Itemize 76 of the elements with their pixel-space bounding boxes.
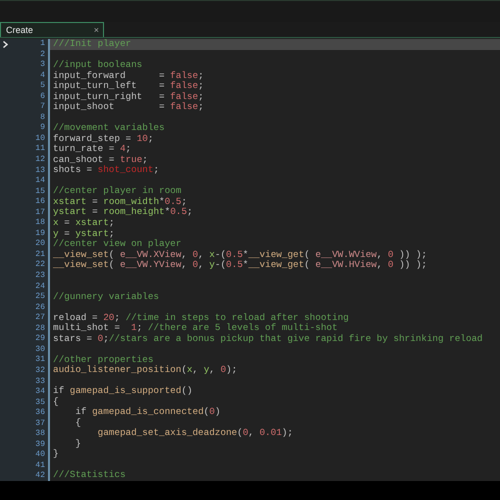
line-number: 22 — [35, 260, 45, 272]
line-number: 1 — [40, 39, 45, 50]
line-number: 25 — [35, 292, 45, 303]
code-line: x = xstart; — [52, 218, 116, 229]
code-line: can_shoot = true; — [52, 154, 149, 165]
line-number: 35 — [35, 398, 45, 408]
code-line: shots = shot_count; — [52, 165, 160, 176]
code-line: audio_listener_position(x, y, 0); — [52, 365, 238, 376]
code-line: __view_set( e__VW.XView, 0, x-(0.5*__view_get( e__VW.WView, 0 )) ); — [52, 250, 428, 260]
line-number: 7 — [40, 102, 45, 113]
code-line: } — [74, 438, 82, 450]
code-line: reload = 20; //time in steps to reload after shooting — [52, 312, 350, 323]
line-number: 3 — [40, 60, 45, 71]
line-number: 38 — [35, 429, 45, 440]
code-line: input_forward = false; — [52, 70, 205, 81]
line-number: 28 — [35, 324, 45, 334]
code-line: //gunnery variables — [52, 292, 160, 302]
code-line: { — [74, 418, 82, 428]
code-line: input_shoot = false; — [52, 102, 205, 113]
line-number: 12 — [35, 155, 45, 166]
line-number: 16 — [35, 197, 45, 208]
line-number: 15 — [35, 186, 45, 198]
code-line: stars = 0;//stars are a bonus pickup that give rapid fire by shrinking reload — [52, 334, 484, 344]
code-line: //input booleans — [52, 60, 144, 71]
line-number: 32 — [35, 366, 45, 376]
line-number: 18 — [35, 218, 45, 229]
line-number: 37 — [35, 418, 45, 430]
code-line: if gamepad_is_connected(0) — [74, 407, 222, 418]
line-number: 6 — [40, 92, 45, 102]
code-line: if gamepad_is_supported() — [52, 386, 194, 397]
code-line: input_turn_left = false; — [52, 81, 205, 92]
line-number: 23 — [35, 271, 45, 282]
line-number: 36 — [35, 408, 45, 419]
code-line: ///Statistics — [52, 470, 127, 481]
line-number: 17 — [35, 208, 45, 218]
line-number: 30 — [35, 344, 45, 356]
line-number: 29 — [35, 334, 45, 345]
line-number: 39 — [35, 440, 45, 450]
line-number: 11 — [35, 144, 45, 156]
line-number: 26 — [35, 302, 45, 314]
line-number: 21 — [35, 250, 45, 260]
code-line: //center player in room — [52, 186, 182, 197]
line-number: 14 — [35, 176, 45, 187]
code-line: { — [52, 396, 60, 408]
code-line: //movement variables — [52, 123, 166, 134]
line-number: 8 — [40, 112, 45, 124]
code-line: multi_shot = 1; //there are 5 levels of multi-shot — [52, 323, 339, 334]
close-icon[interactable]: × — [94, 25, 99, 35]
line-number: 9 — [40, 123, 45, 134]
line-number: 2 — [40, 50, 45, 60]
line-number: 27 — [35, 313, 45, 324]
line-number: 42 — [35, 471, 45, 481]
code-line: y = ystart; — [52, 228, 116, 239]
editor-tab[interactable]: Create × — [0, 22, 104, 37]
line-number: 31 — [35, 355, 45, 366]
line-number: 13 — [35, 166, 45, 176]
code-line: __view_set( e__VW.YView, 0, y-(0.5*__view_get( e__VW.HView, 0 )) ); — [52, 260, 428, 271]
line-number: 41 — [35, 460, 45, 472]
line-number: 20 — [35, 239, 45, 250]
line-number: 4 — [40, 70, 45, 82]
code-line: //other properties — [52, 354, 154, 365]
line-number: 24 — [35, 282, 45, 292]
code-line: xstart = room_width*0.5; — [52, 196, 188, 207]
code-line: forward_step = 10; — [52, 134, 154, 144]
code-line: turn_rate = 4; — [52, 144, 132, 155]
line-number: 19 — [35, 228, 45, 240]
line-number: 5 — [40, 81, 45, 92]
line-number: 33 — [35, 376, 45, 388]
code-line: input_turn_right = false; — [52, 92, 205, 102]
line-number: 40 — [35, 450, 45, 461]
code-line: //center view on player — [52, 239, 182, 250]
code-line: gamepad_set_axis_deadzone(0, 0.01); — [96, 428, 294, 439]
code-line: } — [52, 449, 60, 460]
code-line: ystart = room_height*0.5; — [52, 207, 194, 218]
line-number: 34 — [35, 387, 45, 398]
line-number: 10 — [35, 134, 45, 144]
